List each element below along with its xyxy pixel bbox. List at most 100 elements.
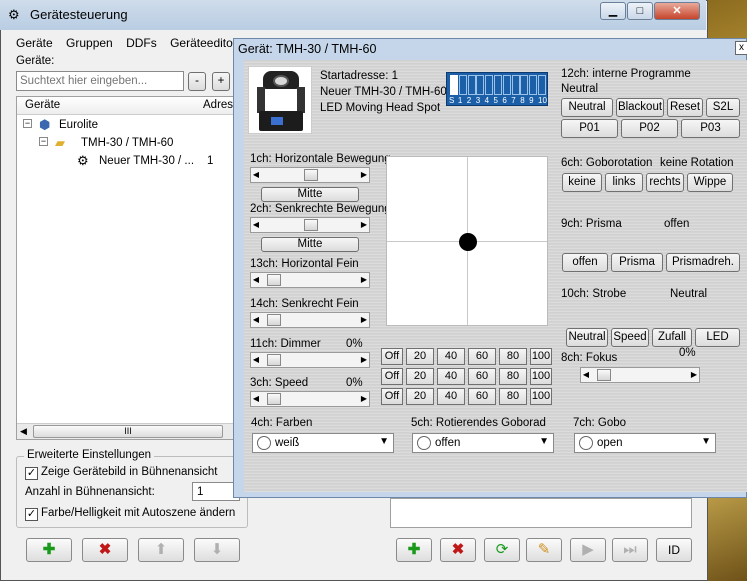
- slider-right-icon[interactable]: ▶: [359, 273, 369, 287]
- slider-right-icon[interactable]: ▶: [359, 313, 369, 327]
- senk-slider[interactable]: ◀ ▶: [250, 217, 370, 233]
- farben-combo[interactable]: weiß ▼: [252, 433, 394, 453]
- slider-left-icon[interactable]: ◀: [251, 392, 261, 406]
- farbe-checkbox[interactable]: ✓: [25, 508, 38, 521]
- minimize-button[interactable]: ▁: [600, 2, 626, 20]
- dip-switch-10[interactable]: [538, 75, 546, 95]
- delete-device-button[interactable]: ✖: [82, 538, 128, 562]
- hfein-slider[interactable]: ◀ ▶: [250, 272, 370, 288]
- quick-value-button[interactable]: 40: [437, 368, 465, 385]
- delete-button[interactable]: ✖: [440, 538, 476, 562]
- menu-ddfs[interactable]: DDFs: [126, 36, 157, 50]
- prog-p03-button[interactable]: P03: [681, 119, 740, 138]
- quick-value-button[interactable]: 100: [530, 388, 552, 405]
- slider-left-icon[interactable]: ◀: [581, 368, 591, 382]
- refresh-button[interactable]: ⟳: [484, 538, 520, 562]
- add-button[interactable]: ✚: [396, 538, 432, 562]
- move-down-button[interactable]: ⬇: [194, 538, 240, 562]
- pan-tilt-pad[interactable]: [386, 156, 548, 326]
- gobo-rot-rechts-button[interactable]: rechts: [646, 173, 684, 192]
- quick-value-button[interactable]: 80: [499, 348, 527, 365]
- prog-reset-button[interactable]: Reset: [667, 98, 703, 117]
- col-adres[interactable]: Adres: [203, 99, 233, 111]
- quick-value-button[interactable]: Off: [381, 388, 403, 405]
- slider-left-icon[interactable]: ◀: [251, 168, 261, 182]
- scroll-thumb[interactable]: III: [33, 425, 223, 438]
- strobe-led-button[interactable]: LED: [695, 328, 740, 347]
- dip-switch-3[interactable]: [476, 75, 485, 95]
- slider-left-icon[interactable]: ◀: [251, 313, 261, 327]
- slider-right-icon[interactable]: ▶: [359, 353, 369, 367]
- quick-value-button[interactable]: 60: [468, 368, 496, 385]
- slider-thumb[interactable]: [267, 314, 281, 326]
- quick-value-button[interactable]: 80: [499, 388, 527, 405]
- quick-value-button[interactable]: 60: [468, 388, 496, 405]
- prisma-prisma-button[interactable]: Prisma: [611, 253, 663, 272]
- play-button[interactable]: ▶: [570, 538, 606, 562]
- tree-item-eurolite[interactable]: − ⬢ Eurolite: [23, 117, 223, 135]
- tree-item-neuer[interactable]: ⚙ Neuer TMH-30 / ... 1: [73, 153, 233, 171]
- slider-right-icon[interactable]: ▶: [359, 218, 369, 232]
- scroll-left-icon[interactable]: ◀: [20, 426, 27, 437]
- dip-switch-6[interactable]: [502, 75, 511, 95]
- speed-slider[interactable]: ◀ ▶: [250, 391, 370, 407]
- gobo-rot-wippe-button[interactable]: Wippe: [687, 173, 733, 192]
- dropdown-arrow-icon[interactable]: ▼: [379, 436, 389, 447]
- gobo-combo[interactable]: open ▼: [574, 433, 716, 453]
- quick-value-button[interactable]: 20: [406, 368, 434, 385]
- slider-right-icon[interactable]: ▶: [359, 392, 369, 406]
- dip-switch-8[interactable]: [520, 75, 529, 95]
- prog-p01-button[interactable]: P01: [561, 119, 618, 138]
- prisma-offen-button[interactable]: offen: [562, 253, 608, 272]
- slider-thumb[interactable]: [597, 369, 611, 381]
- gobo-rot-keine-button[interactable]: keine: [562, 173, 602, 192]
- slider-thumb[interactable]: [304, 219, 318, 231]
- menu-geraete[interactable]: Geräte: [16, 36, 53, 50]
- menu-geraeteeditor[interactable]: Geräteeditor: [170, 36, 237, 50]
- prog-blackout-button[interactable]: Blackout: [616, 98, 664, 117]
- dip-switch-7[interactable]: [511, 75, 520, 95]
- dip-switch-9[interactable]: [529, 75, 538, 95]
- fokus-slider[interactable]: ◀ ▶: [580, 367, 700, 383]
- quick-value-button[interactable]: 20: [406, 388, 434, 405]
- close-button[interactable]: ✕: [654, 2, 700, 20]
- mitte-horiz-button[interactable]: Mitte: [261, 187, 359, 202]
- quick-value-button[interactable]: 80: [499, 368, 527, 385]
- slider-left-icon[interactable]: ◀: [251, 353, 261, 367]
- prog-p02-button[interactable]: P02: [621, 119, 678, 138]
- maximize-button[interactable]: □: [627, 2, 653, 20]
- slider-thumb[interactable]: [304, 169, 318, 181]
- strobe-zufall-button[interactable]: Zufall: [652, 328, 692, 347]
- dip-switch-5[interactable]: [494, 75, 502, 95]
- horiz-slider[interactable]: ◀ ▶: [250, 167, 370, 183]
- dip-switch-1[interactable]: [458, 75, 467, 95]
- quick-value-button[interactable]: 20: [406, 348, 434, 365]
- zeige-checkbox[interactable]: ✓: [25, 467, 38, 480]
- slider-right-icon[interactable]: ▶: [689, 368, 699, 382]
- col-geraete[interactable]: Geräte: [25, 99, 60, 111]
- quick-value-button[interactable]: 40: [437, 388, 465, 405]
- slider-thumb[interactable]: [267, 393, 281, 405]
- tree-toggle-icon[interactable]: −: [23, 119, 32, 128]
- dip-switch-2[interactable]: [467, 75, 476, 95]
- dip-switch-4[interactable]: [485, 75, 494, 95]
- mitte-senk-button[interactable]: Mitte: [261, 237, 359, 252]
- slider-left-icon[interactable]: ◀: [251, 273, 261, 287]
- tree-hscrollbar[interactable]: ◀ III: [17, 423, 233, 439]
- search-input[interactable]: [16, 71, 184, 91]
- prisma-dreh-button[interactable]: Prismadreh.: [666, 253, 740, 272]
- dropdown-arrow-icon[interactable]: ▼: [539, 436, 549, 447]
- dip-switch[interactable]: S 1 2 3 4 5 6 7 8 9 10: [446, 72, 548, 106]
- next-button[interactable]: ⏭: [612, 538, 648, 562]
- slider-right-icon[interactable]: ▶: [359, 168, 369, 182]
- edit-button[interactable]: ✎: [526, 538, 562, 562]
- add-device-button[interactable]: ✚: [26, 538, 72, 562]
- strobe-neutral-button[interactable]: Neutral: [566, 328, 608, 347]
- id-button[interactable]: ID: [656, 538, 692, 562]
- quick-value-button[interactable]: 100: [530, 348, 552, 365]
- position-marker[interactable]: [459, 233, 477, 251]
- tree-toggle-icon[interactable]: −: [39, 137, 48, 146]
- expand-button[interactable]: +: [212, 72, 230, 91]
- quick-value-button[interactable]: Off: [381, 368, 403, 385]
- sfein-slider[interactable]: ◀ ▶: [250, 312, 370, 328]
